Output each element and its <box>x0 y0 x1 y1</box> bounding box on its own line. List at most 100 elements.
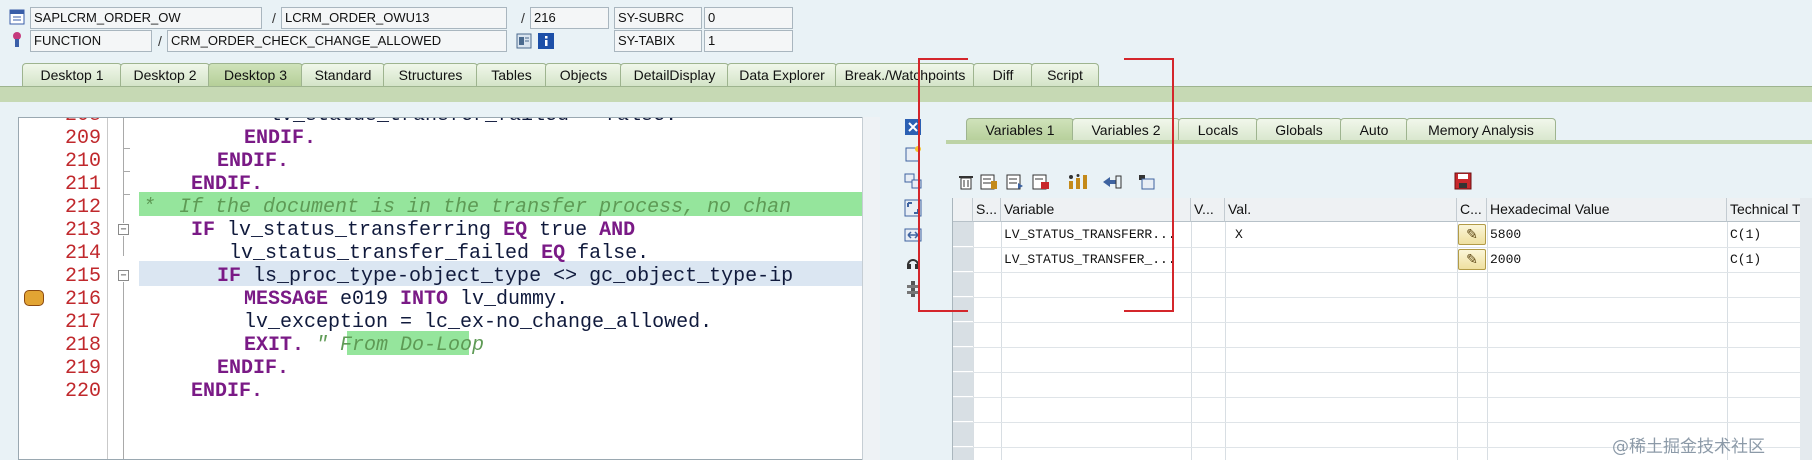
line-number-field: 216 <box>530 7 609 29</box>
editor-scrollbar[interactable] <box>862 117 880 460</box>
row-divider <box>953 372 1800 373</box>
edit-variables-icon[interactable] <box>980 174 998 193</box>
row-selector[interactable] <box>953 222 973 247</box>
subtab-band <box>946 140 1812 144</box>
row-selector[interactable] <box>953 322 973 347</box>
load-variables-icon[interactable] <box>1006 174 1024 193</box>
line-number: 218 <box>64 334 101 357</box>
tab-strip-band <box>0 86 1812 102</box>
tab-objects[interactable]: Objects <box>545 63 622 86</box>
fold-toggle[interactable]: − <box>118 224 129 235</box>
row-selector[interactable] <box>953 372 973 397</box>
row-divider <box>953 272 1800 273</box>
tab-structures[interactable]: Structures <box>383 63 478 86</box>
tab-variables-1[interactable]: Variables 1 <box>966 118 1074 141</box>
code-line: EXIT. " From Do-Loop <box>244 334 485 357</box>
line-number: 215 <box>64 265 101 288</box>
save-variables-icon[interactable] <box>1032 174 1050 193</box>
row-selector[interactable] <box>953 272 973 297</box>
row-divider <box>953 397 1800 398</box>
column-header-technical-type[interactable]: Technical Ty <box>1727 198 1800 222</box>
outline-tick <box>123 194 130 195</box>
resize-icon[interactable] <box>902 225 924 245</box>
tab-desktop-2[interactable]: Desktop 2 <box>120 63 210 86</box>
source-code-editor[interactable]: − − 208 209 210 211 212 213 214 215 216 … <box>18 117 880 460</box>
tab-desktop-1[interactable]: Desktop 1 <box>22 63 122 86</box>
close-icon[interactable] <box>902 117 924 137</box>
line-number: 211 <box>64 173 101 196</box>
code-line: ENDIF. <box>191 173 264 196</box>
annotation-line <box>1172 58 1174 310</box>
change-value-button[interactable]: ✎ <box>1458 224 1486 245</box>
hex-value-cell[interactable]: 5800 <box>1487 222 1727 247</box>
hex-value-cell[interactable]: 2000 <box>1487 247 1727 272</box>
annotation-line <box>1124 310 1174 312</box>
row-selector[interactable] <box>953 447 973 460</box>
column-header-variable[interactable]: Variable <box>1001 198 1191 222</box>
outline-line <box>123 236 124 256</box>
tab-locals[interactable]: Locals <box>1178 118 1258 141</box>
column-header[interactable]: C... <box>1457 198 1487 222</box>
code-line: ENDIF. <box>191 380 264 403</box>
fold-toggle[interactable]: − <box>118 270 129 281</box>
column-header[interactable]: V... <box>1191 198 1225 222</box>
column-header[interactable]: S... <box>973 198 1001 222</box>
delete-icon[interactable] <box>958 174 974 193</box>
services-icon[interactable] <box>902 252 924 272</box>
column-header-value[interactable]: Val. <box>1225 198 1457 222</box>
row-selector[interactable] <box>953 347 973 372</box>
program-icon <box>8 8 26 26</box>
tab-memory-analysis[interactable]: Memory Analysis <box>1406 118 1556 141</box>
row-selector-header <box>953 198 973 222</box>
tab-standard[interactable]: Standard <box>301 63 385 86</box>
sy-tabix-value: 1 <box>704 30 793 52</box>
technical-type-cell: C(1) <box>1730 252 1762 267</box>
maximize-icon[interactable] <box>902 198 924 218</box>
settings-tool-icon[interactable] <box>902 279 924 299</box>
variables-grid[interactable]: S... Variable V... Val. C... Hexadecimal… <box>952 198 1800 460</box>
save-icon[interactable] <box>1454 172 1472 193</box>
navigate-icon[interactable] <box>1102 174 1122 193</box>
row-selector[interactable] <box>953 247 973 272</box>
code-line: ENDIF. <box>217 150 290 173</box>
sy-subrc-label: SY-SUBRC <box>614 7 702 29</box>
annotation-line <box>918 310 968 312</box>
tab-tables[interactable]: Tables <box>476 63 547 86</box>
tab-detaildisplay[interactable]: DetailDisplay <box>620 63 729 86</box>
watermark: @稀土掘金技术社区 <box>1612 437 1765 457</box>
line-number: 213 <box>64 219 101 242</box>
value-cell[interactable]: X <box>1225 222 1457 247</box>
row-selector[interactable] <box>953 422 973 447</box>
line-number: 209 <box>64 127 101 150</box>
swap-tool-icon[interactable] <box>902 171 924 191</box>
tab-data-explorer[interactable]: Data Explorer <box>727 63 837 86</box>
column-header-hexadecimal[interactable]: Hexadecimal Value <box>1487 198 1727 222</box>
tab-variables-2[interactable]: Variables 2 <box>1072 118 1180 141</box>
grid-scrollbar[interactable] <box>1800 198 1812 460</box>
layout-icon[interactable] <box>1138 174 1156 193</box>
tab-auto[interactable]: Auto <box>1340 118 1408 141</box>
new-tool-icon[interactable] <box>902 144 924 164</box>
tab-script[interactable]: Script <box>1031 63 1099 86</box>
variable-name-cell[interactable]: LV_STATUS_TRANSFERR... <box>1001 222 1191 247</box>
variable-name-cell[interactable]: LV_STATUS_TRANSFER_... <box>1001 247 1191 272</box>
change-value-button[interactable]: ✎ <box>1458 249 1486 270</box>
tab-diff[interactable]: Diff <box>973 63 1033 86</box>
code-line: MESSAGE e019 INTO lv_dummy. <box>244 288 569 311</box>
row-divider <box>953 297 1800 298</box>
tab-globals[interactable]: Globals <box>1256 118 1342 141</box>
event-type-field: FUNCTION <box>30 30 152 52</box>
code-line: ENDIF. <box>217 357 290 380</box>
code-line: * If the document is in the transfer pro… <box>143 196 792 219</box>
row-selector[interactable] <box>953 397 973 422</box>
outline-tick <box>123 171 130 172</box>
tab-break-watchpoints[interactable]: Break./Watchpoints <box>835 63 975 86</box>
details-icon[interactable] <box>515 32 533 50</box>
code-line: lv_status_transfer_failed EQ false. <box>229 242 650 265</box>
info-icon[interactable] <box>537 32 555 50</box>
sort-icon[interactable] <box>1068 174 1088 193</box>
code-line: ENDIF. <box>244 127 317 150</box>
tab-desktop-3[interactable]: Desktop 3 <box>208 63 303 86</box>
technical-type-cell: C(1) <box>1730 227 1762 242</box>
annotation-line <box>918 58 920 310</box>
